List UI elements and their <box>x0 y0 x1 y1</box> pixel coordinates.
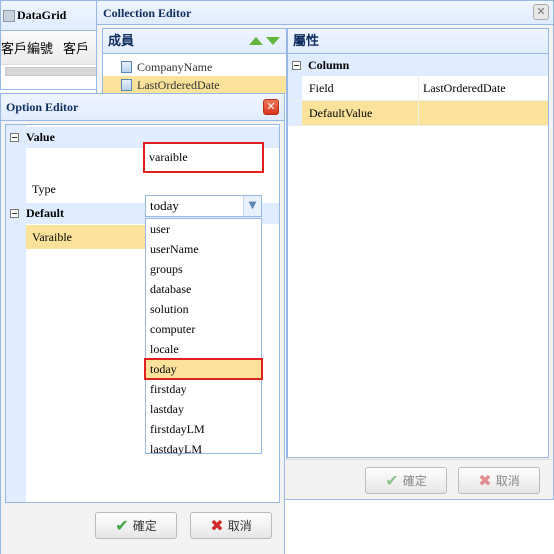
column-header-customer[interactable]: 客戶 <box>63 38 89 57</box>
group-label: Column <box>308 58 350 72</box>
group-label: Default <box>26 206 64 220</box>
collection-cancel-button[interactable]: ✖ 取消 <box>458 467 540 494</box>
member-item-companyname[interactable]: CompanyName <box>103 58 286 76</box>
property-value[interactable]: LastOrderedDate <box>419 76 548 100</box>
option-username[interactable]: userName <box>146 239 261 259</box>
row-gutter <box>288 101 302 125</box>
option-lastday[interactable]: lastday <box>146 399 261 419</box>
grid-icon <box>3 9 15 22</box>
property-row-defaultvalue[interactable]: DefaultValue <box>288 101 548 126</box>
member-item-lastordereddate[interactable]: LastOrderedDate <box>103 76 286 94</box>
variable-combobox[interactable]: today ▼ <box>145 195 262 217</box>
option-today[interactable]: today <box>144 358 263 380</box>
column-header-customer-id[interactable]: 客戶編號 <box>1 38 53 57</box>
option-editor-title: Option Editor <box>1 94 284 121</box>
option-groups[interactable]: groups <box>146 259 261 279</box>
option-computer[interactable]: computer <box>146 319 261 339</box>
cancel-label: 取消 <box>227 519 252 533</box>
collapse-icon[interactable] <box>10 209 19 218</box>
property-key: DefaultValue <box>302 101 419 125</box>
type-label: Type <box>32 182 56 196</box>
collapse-icon[interactable] <box>292 60 301 70</box>
option-cancel-button[interactable]: ✖ 取消 <box>190 512 272 539</box>
ok-label: 確定 <box>402 474 427 488</box>
option-editor-window: Option Editor ✕ Value Type Default Varai… <box>0 93 285 554</box>
column-icon <box>121 79 132 91</box>
cancel-label: 取消 <box>495 474 520 488</box>
properties-header: 屬性 <box>288 29 548 54</box>
collapse-icon[interactable] <box>10 133 19 142</box>
option-lastdaylm[interactable]: lastdayLM <box>146 439 261 459</box>
collection-editor-title: Collection Editor <box>97 1 553 25</box>
column-icon <box>121 61 132 73</box>
member-label: CompanyName <box>137 60 213 74</box>
horizontal-scrollbar[interactable] <box>5 67 99 76</box>
variable-value: today <box>150 198 179 213</box>
move-up-icon[interactable] <box>249 37 263 45</box>
cancel-icon: ✖ <box>478 471 492 490</box>
option-user[interactable]: user <box>146 219 261 239</box>
option-firstday[interactable]: firstday <box>146 379 261 399</box>
option-locale[interactable]: locale <box>146 339 261 359</box>
property-value[interactable] <box>419 101 548 125</box>
cancel-icon: ✖ <box>210 516 224 535</box>
properties-panel: 屬性 Column Field LastOrderedDate DefaultV… <box>287 28 549 458</box>
option-close-button[interactable]: ✕ <box>263 99 279 115</box>
move-down-icon[interactable] <box>266 37 280 45</box>
group-label: Value <box>26 130 55 144</box>
members-header-label: 成員 <box>108 33 135 48</box>
property-row-field[interactable]: Field LastOrderedDate <box>288 76 548 101</box>
grid-gutter <box>6 125 26 502</box>
variable-dropdown-list[interactable]: user userName groups database solution c… <box>144 218 263 456</box>
option-solution[interactable]: solution <box>146 299 261 319</box>
datagrid-window: DataGrid 客戶編號 客戶 <box>0 0 100 90</box>
property-key: Field <box>302 76 419 100</box>
members-header: 成員 <box>103 29 286 54</box>
datagrid-header: 客戶編號 客戶 <box>1 31 99 65</box>
chevron-down-icon[interactable]: ▼ <box>243 196 261 216</box>
collection-ok-button[interactable]: ✔ 確定 <box>365 467 447 494</box>
option-database[interactable]: database <box>146 279 261 299</box>
property-group-column[interactable]: Column <box>288 54 548 76</box>
option-firstdaylm[interactable]: firstdayLM <box>146 419 261 439</box>
datagrid-titlebar: DataGrid <box>1 1 99 31</box>
member-label: LastOrderedDate <box>137 78 220 92</box>
option-ok-button[interactable]: ✔ 確定 <box>95 512 177 539</box>
option-footer: ✔ 確定 ✖ 取消 <box>1 504 284 554</box>
ok-label: 確定 <box>132 519 157 533</box>
check-icon: ✔ <box>115 516 129 535</box>
row-gutter <box>288 76 302 100</box>
datagrid-title: DataGrid <box>17 8 67 22</box>
collection-close-button[interactable]: ✕ <box>533 4 549 20</box>
type-input[interactable]: varaible <box>143 142 264 173</box>
check-icon: ✔ <box>385 471 399 490</box>
variable-label: Varaible <box>26 225 145 249</box>
